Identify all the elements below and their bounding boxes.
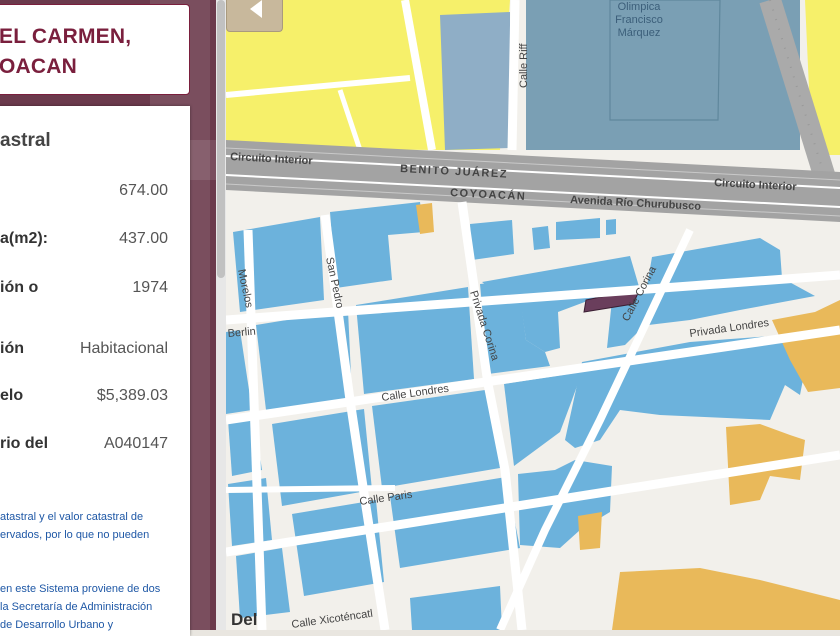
row-value-3: 1974	[132, 279, 168, 296]
title-line-1: EL CARMEN,	[0, 25, 132, 48]
back-button[interactable]	[226, 0, 283, 32]
left-arrow-icon	[250, 0, 262, 18]
map-corner-label: Del	[231, 610, 258, 629]
block-gray-blue	[440, 12, 510, 150]
section-title: astral	[0, 130, 51, 151]
label-berlin: Berlin	[227, 326, 256, 340]
label-calle-riff: Calle Riff	[518, 43, 530, 88]
row-label-3: ión o	[0, 279, 39, 296]
note-line-3: en este Sistema proviene de dos	[0, 583, 161, 595]
note-line-5: de Desarrollo Urbano y	[0, 619, 114, 631]
poi-line-2: Francisco	[615, 14, 663, 26]
poi-line-3: Márquez	[618, 27, 661, 39]
row-value-2: 437.00	[119, 230, 168, 247]
row-label-4: ión	[0, 340, 24, 357]
row-value-4: Habitacional	[79, 340, 168, 357]
note-line-2: ervados, por lo que no pueden	[0, 529, 150, 541]
poi-line-1: Olimpica	[618, 1, 662, 13]
row-value-5: $5,389.03	[96, 387, 168, 404]
row-value-6: A040147	[103, 435, 168, 452]
note-line-1: atastral y el valor catastral de	[0, 511, 144, 523]
map-canvas[interactable]: Circuito Interior Circuito Interior BENI…	[226, 0, 840, 630]
row-label-5: elo	[0, 387, 24, 404]
sports-complex-block	[526, 0, 800, 150]
note-line-4: la Secretaría de Administración	[0, 601, 153, 613]
panel-scrollbar-thumb[interactable]	[217, 0, 225, 278]
row-label-6: rio del	[0, 435, 49, 452]
title-line-2: OACAN	[0, 55, 77, 78]
row-label-2: a(m2):	[0, 230, 49, 247]
info-panel: astral 674.00 a(m2): 437.00 ión o 1974 i…	[0, 106, 190, 636]
title-card: EL CARMEN, OACAN	[0, 4, 190, 95]
row-value-1: 674.00	[119, 182, 168, 199]
